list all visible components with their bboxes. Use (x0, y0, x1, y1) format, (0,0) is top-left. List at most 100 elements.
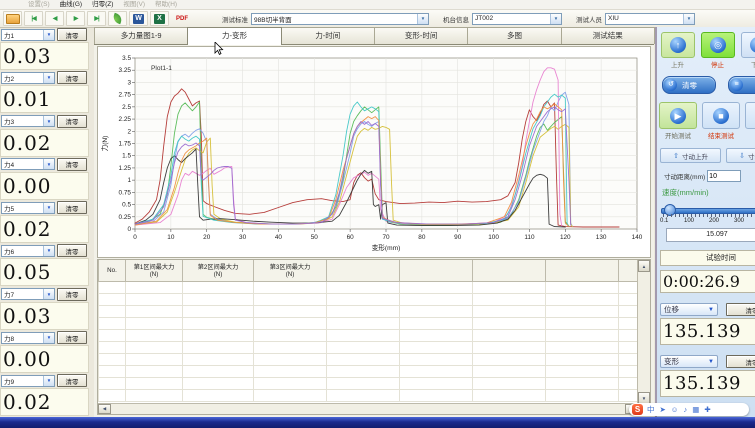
down-arrow-button[interactable]: ↓下降 (741, 32, 755, 69)
force-clear-button-5[interactable]: 清零 (57, 201, 87, 214)
go-first-icon[interactable]: |◀ (24, 11, 43, 26)
table-cell (99, 378, 126, 390)
force-clear-button-2[interactable]: 清零 (57, 71, 87, 84)
scroll-up-icon[interactable]: ▲ (638, 260, 650, 272)
force-select-9[interactable]: 力9▼ (1, 375, 55, 387)
sogou-icons: 中 ➤ ☺ ♪ ▦ ✚ (647, 403, 711, 416)
go-next-icon[interactable]: ▶ (66, 11, 85, 26)
taskbar[interactable] (0, 417, 755, 428)
table-hscrollbar[interactable]: ◀ ▶ (98, 403, 638, 414)
menu-item-2[interactable]: 曲线(G) (60, 0, 82, 9)
force-clear-button-6[interactable]: 清零 (57, 244, 87, 257)
force-select-8[interactable]: 力8▼ (1, 332, 55, 344)
keyboard-icon[interactable]: ▦ (692, 403, 699, 416)
menu-item-1[interactable]: 设置(S) (28, 0, 50, 9)
export-pdf-icon[interactable]: PDF (171, 11, 193, 26)
readout-clear-button-2[interactable]: 清零 (726, 355, 755, 368)
speed-slider[interactable] (661, 203, 755, 215)
readout-clear-button-1[interactable]: 清零 (726, 303, 755, 316)
table-cell (99, 282, 126, 294)
toolbar-field-combo[interactable]: 98B切半背面▼ (251, 13, 429, 25)
inch-button-2[interactable]: ⇩寸动下降 (726, 148, 755, 163)
test-button-icon: ▶ (670, 108, 686, 124)
force-clear-button-4[interactable]: 清零 (57, 158, 87, 171)
chevron-down-icon: ▼ (43, 289, 54, 299)
tab-2[interactable]: 力-变形 (187, 27, 281, 45)
force-select-4[interactable]: 力4▼ (1, 158, 55, 170)
toolbar-field-combo[interactable]: XIU▼ (605, 13, 695, 25)
toolbar-fields: 测试标准98B切半背面▼机台信息JT002▼测试人员XIU▼ (222, 13, 695, 25)
menu-item-5[interactable]: 帮助(H) (155, 0, 177, 9)
svg-text:变形(mm): 变形(mm) (372, 243, 401, 252)
scroll-left-icon[interactable]: ◀ (98, 404, 111, 414)
zero-force-button[interactable]: ↺ 清零 (662, 76, 716, 94)
test-button-3[interactable]: ‖暂停 (745, 102, 755, 140)
tab-6[interactable]: 测试结果 (561, 27, 655, 44)
readout-select-1[interactable]: 位移▼ (660, 303, 718, 316)
force-clear-button-3[interactable]: 清零 (57, 115, 87, 128)
inch-button-label: 寸动下降 (748, 151, 755, 161)
force-select-3[interactable]: 力3▼ (1, 115, 55, 127)
test-button-2[interactable]: ■结束测试 (702, 102, 740, 140)
table-cell (400, 330, 473, 342)
table-cell (254, 354, 327, 366)
menu-item-3[interactable]: 归零(Z) (92, 0, 113, 9)
open-file-icon[interactable] (3, 11, 22, 26)
table-cell (473, 330, 546, 342)
inch-button-1[interactable]: ⇧寸动上升 (660, 148, 721, 163)
cursor-icon[interactable]: ➤ (660, 403, 666, 416)
readout-select-2[interactable]: 变形▼ (660, 355, 718, 368)
table-vscrollbar[interactable]: ▲ ▼ (637, 260, 650, 404)
force-clear-button-1[interactable]: 清零 (57, 28, 87, 41)
tools-icon[interactable]: ✚ (704, 403, 710, 416)
go-last-icon[interactable]: ▶| (87, 11, 106, 26)
lang-zh-icon[interactable]: 中 (647, 403, 655, 416)
go-prev-icon[interactable]: ◀ (45, 11, 64, 26)
readouts: 位移▼清零135.139变形▼清零135.139 (657, 303, 755, 397)
export-word-icon[interactable]: W (129, 11, 148, 26)
inch-distance-row: 寸动距离(mm) (664, 170, 755, 182)
column-header-7 (473, 260, 546, 282)
motion-button-label: 下降 (741, 59, 755, 69)
tab-5[interactable]: 多图 (467, 27, 561, 44)
force-select-5[interactable]: 力5▼ (1, 202, 55, 214)
input-method-bar: S 中 ➤ ☺ ♪ ▦ ✚ (629, 403, 749, 416)
tab-3[interactable]: 力-时间 (281, 27, 375, 44)
tab-4[interactable]: 变形-时间 (374, 27, 468, 44)
force-select-7[interactable]: 力7▼ (1, 288, 55, 300)
force-select-1[interactable]: 力1▼ (1, 29, 55, 41)
force-clear-button-8[interactable]: 清零 (57, 331, 87, 344)
force-clear-button-7[interactable]: 清零 (57, 288, 87, 301)
force-select-6[interactable]: 力6▼ (1, 245, 55, 257)
force-clear-button-9[interactable]: 清零 (57, 374, 87, 387)
return-origin-button[interactable]: ≡ (728, 76, 755, 94)
svg-text:60: 60 (347, 234, 355, 241)
tab-1[interactable]: 多力量图1-9 (94, 27, 188, 44)
force-select-value: 力9 (4, 376, 14, 386)
table-row (99, 342, 640, 354)
sogou-logo[interactable]: S (632, 404, 643, 415)
toolbar-field-3: 测试人员XIU▼ (576, 13, 695, 25)
column-unit: (N) (126, 271, 182, 278)
leaf-icon[interactable] (108, 11, 127, 26)
inch-distance-input[interactable] (707, 170, 741, 182)
force-channel-header: 力6▼清零 (0, 243, 93, 258)
force-channel-header: 力3▼清零 (0, 114, 93, 129)
menu-item-4[interactable]: 视图(V) (123, 0, 145, 9)
svg-text:3.5: 3.5 (122, 55, 131, 62)
export-excel-icon[interactable]: X (150, 11, 169, 26)
test-button-1[interactable]: ▶开始测试 (659, 102, 697, 140)
toolbar-field-combo[interactable]: JT002▼ (472, 13, 562, 25)
chevron-down-icon: ▼ (43, 73, 54, 83)
up-arrow-button[interactable]: ↑上升 (661, 32, 694, 69)
test-time-label: 试验时间 (660, 250, 755, 266)
emoji-icon[interactable]: ☺ (671, 403, 679, 416)
inch-arrow-icon: ⇩ (739, 152, 745, 160)
mic-icon[interactable]: ♪ (683, 403, 687, 416)
force-select-2[interactable]: 力2▼ (1, 72, 55, 84)
force-channel-header: 力9▼清零 (0, 373, 93, 388)
slider-tick-label: 200 (709, 218, 719, 224)
chevron-down-icon: ▼ (43, 30, 54, 40)
stop-ring-button[interactable]: ◎停止 (701, 32, 734, 69)
force-value-6: 0.05 (0, 258, 89, 286)
